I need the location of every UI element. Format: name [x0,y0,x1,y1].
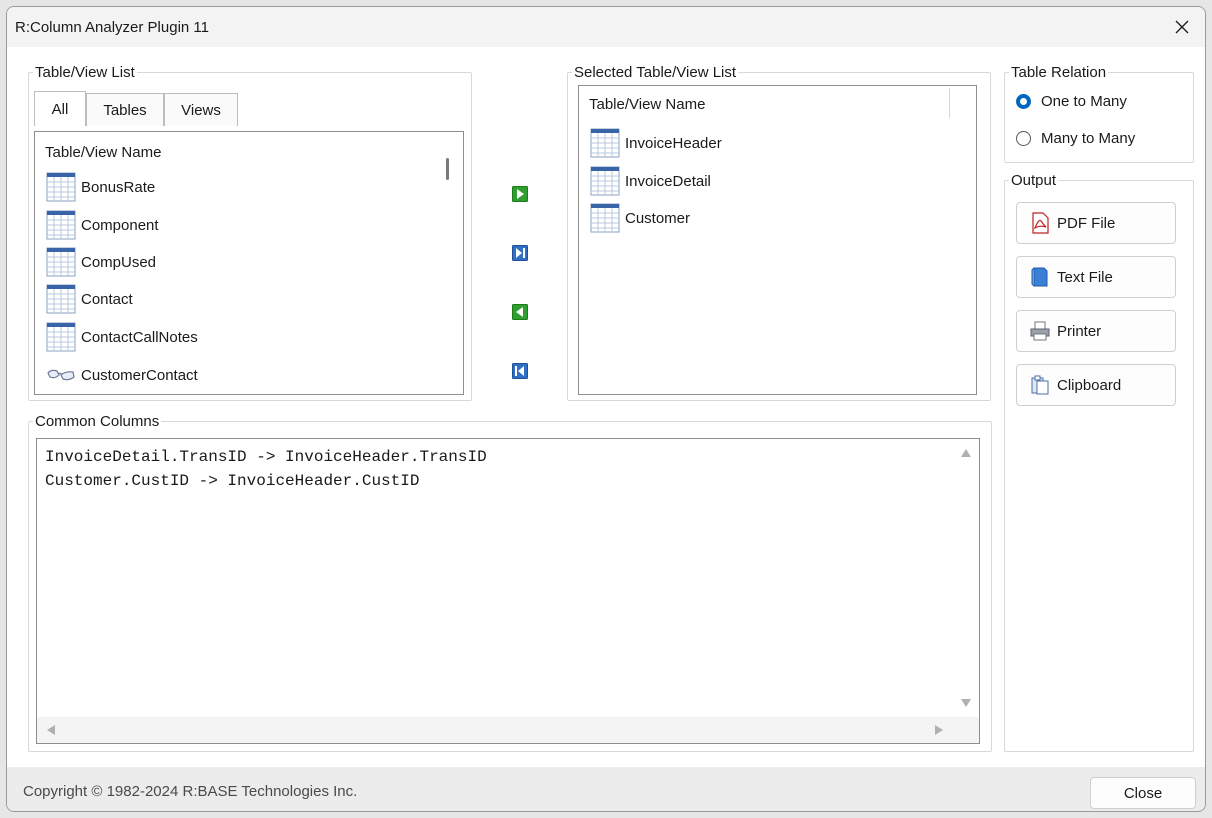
list-item-label: Customer [625,209,691,227]
scroll-right-icon[interactable] [935,725,943,735]
table-icon [45,246,77,278]
list-item[interactable]: BonusRate [45,170,155,204]
move-all-right-icon[interactable] [512,245,528,261]
close-button[interactable]: Close [1090,777,1196,809]
list-item-label: InvoiceDetail [625,172,711,190]
window-title: R:Column Analyzer Plugin 11 [15,19,209,36]
output-label: Output [1011,172,1057,189]
move-right-icon[interactable] [512,186,528,202]
list-column-header: Table/View Name [45,144,162,161]
list-item-label: Component [81,216,159,234]
radio-selected-icon [1016,94,1031,109]
scrollbar-corner [953,717,979,743]
tab-tables-label: Tables [103,101,147,119]
table-icon [589,127,621,159]
window-close-icon[interactable] [1159,7,1205,47]
list-item[interactable]: CompUsed [45,245,156,279]
text-file-button[interactable]: Text File [1016,256,1176,298]
clipboard-label: Clipboard [1057,376,1122,394]
selected-list-item[interactable]: Customer [589,201,690,235]
selected-column-header: Table/View Name [589,96,706,113]
copyright-text: Copyright © 1982-2024 R:BASE Technologie… [23,783,358,800]
list-item[interactable]: Component [45,208,159,242]
column-divider [949,88,950,118]
table-icon [45,283,77,315]
table-icon [45,321,77,353]
printer-icon [1030,321,1050,341]
printer-button[interactable]: Printer [1016,310,1176,352]
list-item[interactable]: CustomerContact [45,358,198,392]
tab-all[interactable]: All [34,91,86,126]
pdf-icon [1032,212,1049,234]
tab-views-label: Views [181,101,221,119]
scroll-up-icon[interactable] [961,449,971,457]
printer-label: Printer [1057,322,1102,340]
radio-label: One to Many [1041,93,1127,110]
common-columns-memo[interactable]: InvoiceDetail.TransID -> InvoiceHeader.T… [36,438,980,744]
move-left-icon[interactable] [512,304,528,320]
list-item-label: CustomerContact [81,366,198,384]
vertical-scrollbar[interactable] [953,439,979,717]
close-button-label: Close [1123,784,1163,802]
list-item-label: InvoiceHeader [625,134,722,152]
table-icon [45,171,77,203]
selected-listbox[interactable]: Table/View Name InvoiceHeader InvoiceDet… [578,85,977,395]
common-column-line: InvoiceDetail.TransID -> InvoiceHeader.T… [45,448,487,466]
view-glasses-icon [45,359,77,391]
pdf-file-button[interactable]: PDF File [1016,202,1176,244]
clipboard-icon [1031,375,1049,395]
client-area: Table/View List All Tables Views Table/V… [7,47,1205,767]
radio-label: Many to Many [1041,130,1136,147]
table-relation-group: Table Relation [1004,64,1194,163]
pdf-file-label: PDF File [1057,214,1116,232]
table-icon [45,209,77,241]
common-column-line: Customer.CustID -> InvoiceHeader.CustID [45,472,420,490]
tab-all-label: All [51,100,69,118]
table-relation-label: Table Relation [1011,64,1107,81]
radio-one-to-many[interactable]: One to Many [1016,93,1127,110]
clipboard-button[interactable]: Clipboard [1016,364,1176,406]
list-item[interactable]: ContactCallNotes [45,320,198,354]
common-columns-label: Common Columns [35,413,160,430]
table-view-listbox[interactable]: Table/View Name BonusRate Component Comp… [34,131,464,395]
list-scrollbar-thumb[interactable] [446,158,449,180]
radio-unselected-icon [1016,131,1031,146]
title-bar: R:Column Analyzer Plugin 11 [7,7,1205,47]
radio-many-to-many[interactable]: Many to Many [1016,130,1135,147]
tab-views[interactable]: Views [164,93,238,126]
table-view-list-label: Table/View List [35,64,135,81]
text-file-label: Text File [1057,268,1113,286]
horizontal-scrollbar[interactable] [37,717,953,743]
dialog-window: R:Column Analyzer Plugin 11 Table/View L… [6,6,1206,812]
table-icon [589,202,621,234]
list-item-label: ContactCallNotes [81,328,198,346]
list-item-label: Contact [81,290,133,308]
list-item[interactable]: Contact [45,282,133,316]
footer-bar: Copyright © 1982-2024 R:BASE Technologie… [7,767,1205,811]
selected-list-item[interactable]: InvoiceDetail [589,164,711,198]
list-item-label: CompUsed [81,253,157,271]
scroll-left-icon[interactable] [47,725,55,735]
common-columns-text: InvoiceDetail.TransID -> InvoiceHeader.T… [45,445,487,493]
table-icon [589,165,621,197]
selected-list-label: Selected Table/View List [574,64,737,81]
text-file-icon [1031,267,1048,287]
selected-list-item[interactable]: InvoiceHeader [589,126,722,160]
list-item-label: BonusRate [81,178,156,196]
tab-tables[interactable]: Tables [86,93,164,126]
scroll-down-icon[interactable] [961,699,971,707]
move-all-left-icon[interactable] [512,363,528,379]
